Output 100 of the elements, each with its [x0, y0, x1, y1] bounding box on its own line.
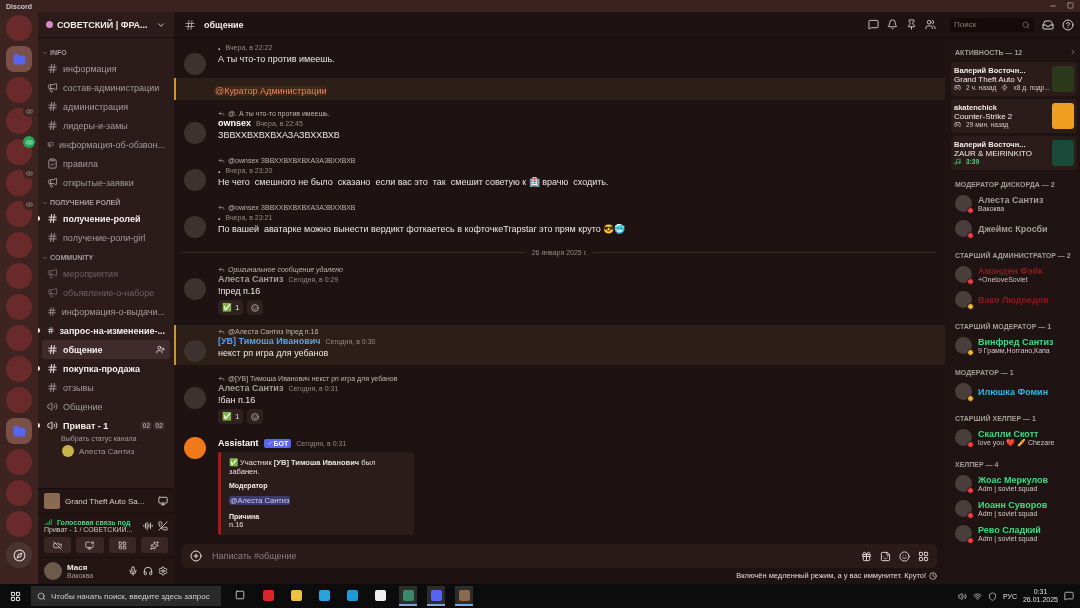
emoji-icon[interactable] — [899, 550, 910, 562]
microphone-icon[interactable] — [128, 566, 138, 576]
soundboard-button[interactable] — [140, 537, 168, 553]
member-name[interactable]: Алеста Сантиз — [978, 195, 1044, 205]
author-name[interactable]: Алеста Сантиз — [218, 274, 284, 284]
add-reaction-button[interactable] — [247, 409, 264, 424]
member-avatar[interactable] — [955, 291, 972, 308]
member-avatar[interactable] — [955, 429, 972, 446]
member-avatar[interactable] — [955, 220, 972, 237]
channel-item[interactable]: информация-о-выдачи... — [42, 302, 170, 321]
pin-button[interactable] — [906, 19, 917, 30]
screen-share-button[interactable] — [76, 537, 104, 553]
inbox-button[interactable] — [1042, 18, 1054, 31]
message-bar[interactable]: Написать #общение — [182, 544, 937, 568]
screen-share-icon — [85, 540, 95, 550]
author-name[interactable]: . — [218, 42, 221, 52]
role-mention[interactable]: @Куратор Администрации — [214, 86, 328, 96]
settings-icon[interactable] — [158, 566, 168, 576]
sparkles-icon — [149, 540, 159, 550]
message-text: !бан п.16 — [218, 395, 256, 405]
channel-item[interactable]: правила — [42, 154, 170, 173]
voice-member-name[interactable]: Алеста Сантиз — [79, 446, 135, 456]
server-folder[interactable] — [6, 418, 32, 444]
help-button[interactable] — [1062, 18, 1074, 31]
smile-icon — [251, 412, 260, 421]
author-name[interactable]: ownsex — [218, 118, 251, 128]
member-avatar[interactable] — [955, 266, 972, 283]
member-avatar[interactable] — [955, 383, 972, 400]
channel-item[interactable]: общение — [42, 340, 170, 359]
message-input[interactable]: Написать #общение — [210, 550, 853, 562]
add-reaction-button[interactable] — [247, 300, 264, 315]
author-name[interactable]: [УВ] Тимоша Иванович — [218, 336, 321, 346]
volume-icon[interactable] — [957, 591, 967, 601]
member-name[interactable]: Жоас Меркулов — [978, 475, 1049, 485]
channel-item[interactable]: информация — [42, 59, 170, 78]
game-art — [1052, 140, 1074, 166]
channel-item[interactable]: администрация — [42, 97, 170, 116]
author-name[interactable]: . — [218, 165, 221, 175]
checklist-icon — [47, 158, 58, 169]
sticker-icon[interactable] — [880, 550, 891, 562]
channel-item[interactable]: открытые-заявки — [42, 173, 170, 192]
taskbar-search[interactable]: Чтобы начать поиск, введите здесь запрос — [31, 586, 221, 606]
discover-button[interactable] — [6, 542, 32, 568]
server-folder[interactable] — [6, 46, 32, 72]
message-text: По вашей аватарке можно вынести вердикт фоткаетесь в кофточкеTrapstar это прям круто 😎🥶 — [218, 224, 626, 234]
waveform-icon[interactable] — [143, 520, 153, 531]
member-name[interactable]: Иоанн Суворов — [978, 500, 1048, 510]
notifications-icon[interactable] — [1064, 591, 1074, 601]
member-avatar[interactable] — [955, 195, 972, 212]
user-avatar[interactable] — [44, 562, 62, 580]
threads-button[interactable] — [868, 19, 879, 30]
headphones-icon[interactable] — [143, 566, 153, 576]
search-field[interactable]: Поиск — [950, 17, 1034, 32]
author-name[interactable]: Алеста Сантиз — [218, 383, 284, 393]
member-name[interactable]: Илюшка Фомин — [978, 386, 1049, 397]
member-name[interactable]: Винфред Сантиз — [978, 337, 1054, 347]
member-name[interactable]: Скалли Скотт — [978, 428, 1039, 439]
members-button[interactable] — [925, 19, 936, 30]
channel-item[interactable]: состав-администрации — [42, 78, 170, 97]
smile-icon — [251, 303, 260, 312]
grid-icon — [117, 540, 127, 550]
taskbar-app[interactable] — [427, 586, 445, 606]
windows-start-icon[interactable] — [10, 590, 21, 602]
network-icon[interactable] — [972, 591, 982, 601]
reaction[interactable]: ✅ 1 — [218, 409, 244, 424]
server-name[interactable]: СОВЕТСКИЙ | ФРА... — [57, 19, 152, 30]
channel-item[interactable]: информация-об-обзвон... — [42, 135, 170, 154]
channel-item[interactable]: отзывы — [42, 378, 170, 397]
member-avatar[interactable] — [955, 337, 972, 354]
channel-item[interactable]: лидеры-и-замы — [42, 116, 170, 135]
member-avatar[interactable] — [955, 525, 972, 542]
hash-icon — [47, 213, 58, 224]
member-avatar[interactable] — [955, 500, 972, 517]
member-name[interactable]: Рево Сладкий — [978, 525, 1041, 535]
taskbar-app[interactable] — [399, 586, 417, 606]
member-avatar[interactable] — [955, 475, 972, 492]
shield-icon[interactable] — [987, 591, 997, 601]
chevron-icon[interactable] — [1069, 48, 1077, 56]
server-icon[interactable] — [6, 139, 32, 165]
maximize-icon[interactable] — [1067, 2, 1074, 9]
hang-up-icon[interactable] — [158, 520, 168, 531]
channel-item[interactable]: получение-роли-girl — [42, 228, 170, 247]
taskbar-app[interactable] — [455, 586, 473, 606]
channel-item[interactable]: Общение — [42, 397, 170, 416]
invite-icon[interactable] — [156, 345, 165, 354]
gift-icon[interactable] — [861, 550, 872, 562]
server-icon — [46, 21, 53, 28]
activities-button[interactable] — [108, 537, 136, 553]
monitor-icon[interactable] — [158, 496, 168, 506]
add-icon[interactable] — [190, 550, 202, 562]
game-art — [1052, 66, 1074, 92]
hash-icon — [47, 232, 58, 243]
bot-avatar[interactable] — [184, 437, 206, 459]
author-name[interactable]: . — [218, 212, 221, 222]
reaction[interactable]: ✅ 1 — [218, 300, 244, 315]
notifications-button[interactable] — [887, 19, 898, 30]
camera-off-button[interactable] — [44, 537, 72, 553]
author-name[interactable]: Assistant — [218, 438, 259, 448]
member-name[interactable]: Джеймс Кросби — [978, 223, 1048, 234]
apps-icon[interactable] — [918, 550, 929, 562]
